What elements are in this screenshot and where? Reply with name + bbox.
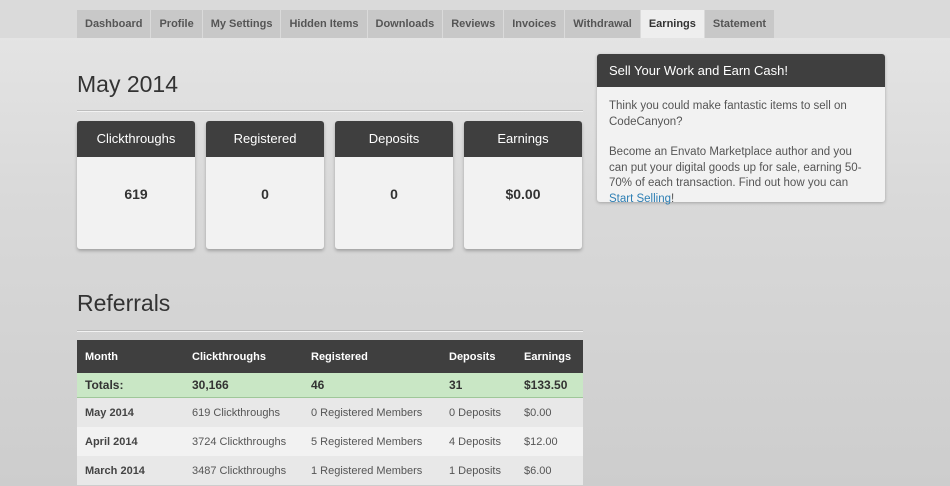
stat-value: 619 [124, 186, 148, 202]
month-title: May 2014 [77, 71, 179, 97]
col-month: Month [77, 340, 184, 373]
row-clickthroughs: 3487 Clickthroughs [184, 456, 303, 485]
table-row: April 2014 3724 Clickthroughs 5 Register… [77, 427, 583, 456]
totals-label: Totals: [77, 373, 184, 398]
account-tabs: Dashboard Profile My Settings Hidden Ite… [77, 10, 775, 38]
row-month: May 2014 [77, 397, 184, 427]
tab-hidden-items[interactable]: Hidden Items [281, 10, 367, 38]
tab-downloads[interactable]: Downloads [367, 10, 443, 38]
divider [77, 110, 583, 112]
stat-card-registered: Registered 0 [206, 121, 324, 249]
totals-registered: 46 [303, 373, 441, 398]
tab-statement[interactable]: Statement [704, 10, 775, 38]
row-deposits: 0 Deposits [441, 397, 516, 427]
col-earnings: Earnings [516, 340, 583, 373]
row-registered: 0 Registered Members [303, 397, 441, 427]
stat-label: Clickthroughs [77, 121, 195, 157]
promo-intro: Think you could make fantastic items to … [609, 100, 847, 128]
stat-card-deposits: Deposits 0 [335, 121, 453, 249]
stat-label: Deposits [335, 121, 453, 157]
row-registered: 5 Registered Members [303, 427, 441, 456]
col-registered: Registered [303, 340, 441, 373]
row-clickthroughs: 3724 Clickthroughs [184, 427, 303, 456]
tab-reviews[interactable]: Reviews [443, 10, 504, 38]
col-deposits: Deposits [441, 340, 516, 373]
top-nav-bar: Dashboard Profile My Settings Hidden Ite… [0, 0, 950, 38]
tab-profile[interactable]: Profile [151, 10, 202, 38]
row-earnings: $12.00 [516, 427, 583, 456]
totals-clickthroughs: 30,166 [184, 373, 303, 398]
row-month: March 2014 [77, 456, 184, 485]
sell-promo-panel: Sell Your Work and Earn Cash! Think you … [597, 54, 885, 205]
table-row: May 2014 619 Clickthroughs 0 Registered … [77, 397, 583, 427]
stat-label: Earnings [464, 121, 582, 157]
promo-exclaim: ! [671, 192, 675, 205]
totals-row: Totals: 30,166 46 31 $133.50 [77, 373, 583, 398]
promo-title: Sell Your Work and Earn Cash! [597, 54, 885, 87]
row-registered: 1 Registered Members [303, 456, 441, 485]
stat-label: Registered [206, 121, 324, 157]
row-earnings: $0.00 [516, 397, 583, 427]
tab-dashboard[interactable]: Dashboard [77, 10, 151, 38]
row-deposits: 1 Deposits [441, 456, 516, 485]
stat-card-earnings: Earnings $0.00 [464, 121, 582, 249]
promo-body-text: Become an Envato Marketplace author and … [609, 146, 862, 189]
start-selling-link[interactable]: Start Selling [609, 193, 671, 205]
row-month: April 2014 [77, 427, 184, 456]
referrals-table: Month Clickthroughs Registered Deposits … [77, 340, 583, 485]
divider [77, 330, 583, 332]
row-clickthroughs: 619 Clickthroughs [184, 397, 303, 427]
col-clickthroughs: Clickthroughs [184, 340, 303, 373]
row-earnings: $6.00 [516, 456, 583, 485]
referrals-title: Referrals [77, 290, 171, 316]
row-deposits: 4 Deposits [441, 427, 516, 456]
table-header-row: Month Clickthroughs Registered Deposits … [77, 340, 583, 373]
stat-value: 0 [390, 186, 398, 202]
totals-deposits: 31 [441, 373, 516, 398]
stat-value: $0.00 [505, 186, 541, 202]
totals-earnings: $133.50 [516, 373, 583, 398]
tab-earnings[interactable]: Earnings [640, 10, 704, 38]
table-row: March 2014 3487 Clickthroughs 1 Register… [77, 456, 583, 485]
tab-my-settings[interactable]: My Settings [202, 10, 281, 38]
stat-card-clickthroughs: Clickthroughs 619 [77, 121, 195, 249]
tab-withdrawal[interactable]: Withdrawal [565, 10, 640, 38]
stat-value: 0 [261, 186, 269, 202]
promo-body: Become an Envato Marketplace author and … [597, 145, 885, 207]
tab-invoices[interactable]: Invoices [504, 10, 565, 38]
